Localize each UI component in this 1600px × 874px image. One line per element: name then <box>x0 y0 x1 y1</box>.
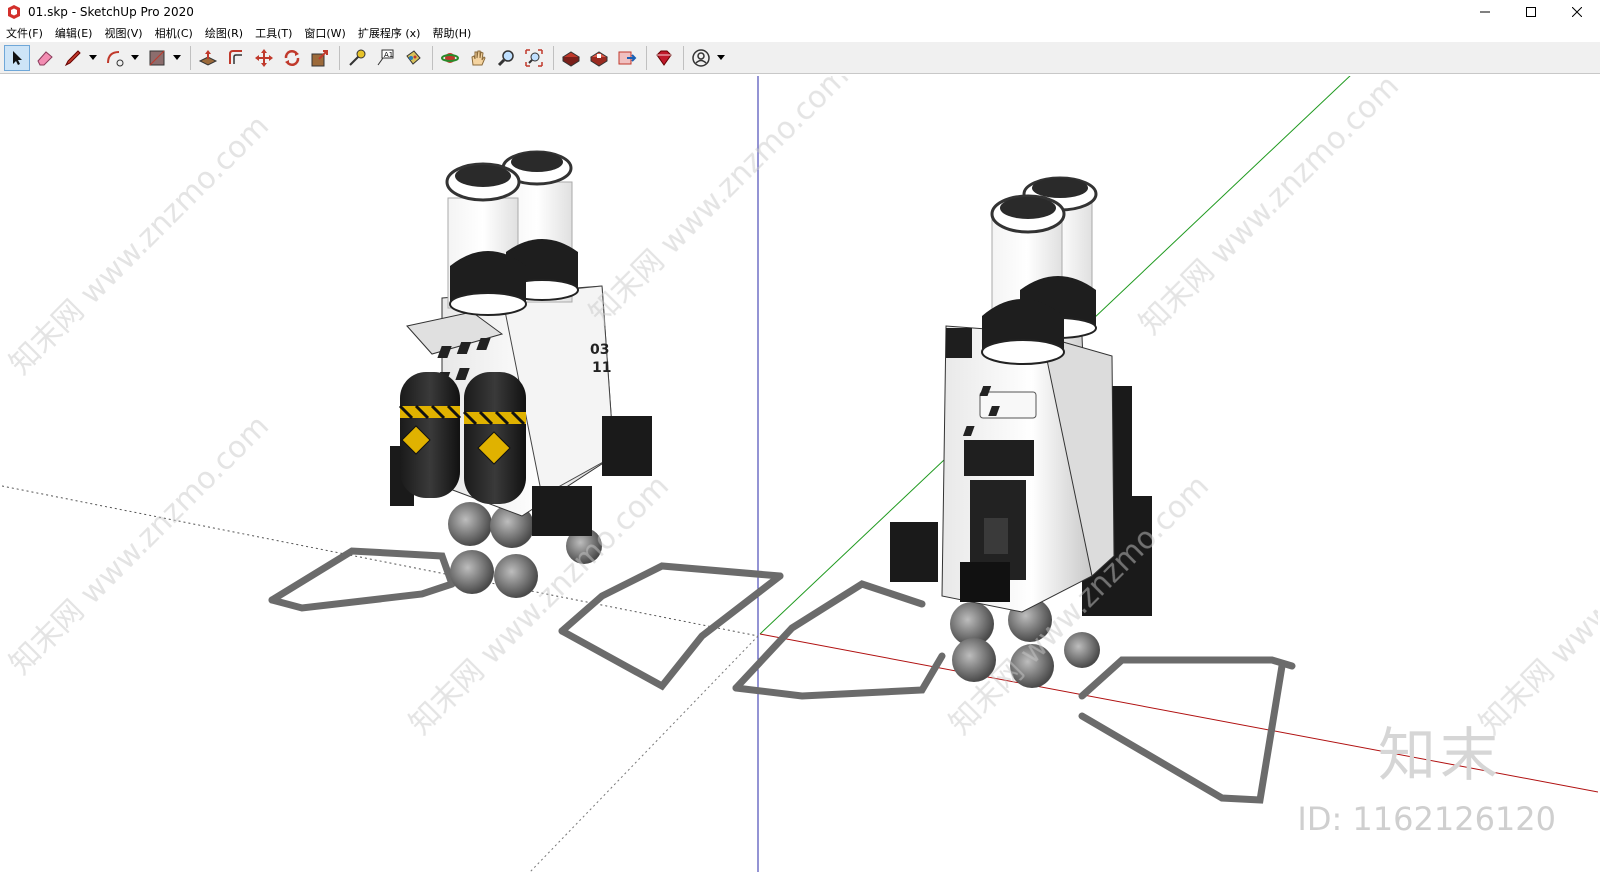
account-icon <box>692 48 710 67</box>
minimize-button[interactable] <box>1462 0 1508 24</box>
extension-warehouse-button[interactable] <box>586 45 612 71</box>
account-dropdown[interactable] <box>716 45 726 71</box>
watermark-text-3: 知末网 www.znzmo.com <box>1133 76 1406 342</box>
orbit-icon <box>441 52 459 63</box>
maximize-button[interactable] <box>1508 0 1554 24</box>
account-button[interactable] <box>688 45 714 71</box>
menu-view[interactable]: 视图(V) <box>98 25 148 41</box>
paint-bucket-icon <box>406 49 421 65</box>
arc-icon <box>107 50 124 66</box>
ruby-extension-button[interactable] <box>651 45 677 71</box>
push-pull-icon <box>198 49 218 66</box>
menu-window[interactable]: 窗口(W) <box>298 25 351 41</box>
zoom-extents-icon <box>525 48 543 67</box>
rectangle-dropdown[interactable] <box>172 45 182 71</box>
modeling-viewport[interactable]: 03 11 知末网 www.znzmo.com 知末网 www.znzmo.co… <box>2 76 1598 872</box>
toolbar-separator <box>683 45 684 70</box>
eraser-icon <box>37 50 53 65</box>
toolbar-separator <box>553 45 554 70</box>
extension-warehouse-icon <box>590 50 608 67</box>
pencil-line-icon <box>64 49 81 66</box>
arc-dropdown[interactable] <box>130 45 140 71</box>
zoom-extents-tool-button[interactable] <box>521 45 547 71</box>
toolbar-separator <box>190 45 191 70</box>
left-green-axis <box>529 635 759 872</box>
svg-text:A1: A1 <box>384 51 393 59</box>
menu-edit[interactable]: 编辑(E) <box>49 25 99 41</box>
select-icon <box>13 50 22 65</box>
menu-file[interactable]: 文件(F) <box>0 25 49 41</box>
minimize-icon <box>1480 11 1490 13</box>
select-tool-button[interactable] <box>4 44 30 71</box>
zoom-icon <box>497 49 514 66</box>
toolbar-separator <box>646 45 647 70</box>
toolbar-separator <box>432 45 433 70</box>
send-to-layout-button[interactable] <box>614 45 640 71</box>
arc-tool-button[interactable] <box>102 45 128 71</box>
chevron-down-icon <box>89 54 97 60</box>
move-icon <box>255 48 273 67</box>
sketchup-logo-icon <box>8 5 20 19</box>
window-controls <box>1462 0 1600 24</box>
zoom-tool-button[interactable] <box>493 45 519 71</box>
svg-text:03: 03 <box>590 342 609 358</box>
chevron-down-icon <box>717 54 725 60</box>
eraser-tool-button[interactable] <box>32 45 58 71</box>
push-pull-tool-button[interactable] <box>195 45 221 71</box>
menu-camera[interactable]: 相机(C) <box>149 25 199 41</box>
menu-extensions[interactable]: 扩展程序 (x) <box>352 25 427 41</box>
watermark-id: ID: 1162126120 <box>1297 800 1556 838</box>
title-bar: 01.skp - SketchUp Pro 2020 <box>0 0 1600 24</box>
text-tool-button[interactable]: A1 <box>372 45 398 71</box>
warehouse-icon <box>562 50 580 67</box>
close-button[interactable] <box>1554 0 1600 24</box>
pan-icon <box>471 50 486 65</box>
toolbar-separator <box>339 45 340 70</box>
window-title: 01.skp - SketchUp Pro 2020 <box>28 5 194 19</box>
menu-tools[interactable]: 工具(T) <box>249 25 298 41</box>
rotate-tool-button[interactable] <box>279 45 305 71</box>
chevron-down-icon <box>173 54 181 60</box>
tape-measure-icon <box>349 49 366 66</box>
rectangle-icon <box>149 50 165 65</box>
watermark-text-4: 知末网 www.znzmo.com <box>3 409 276 682</box>
watermark-logo: 知末 <box>1377 721 1502 789</box>
maximize-icon <box>1526 7 1536 17</box>
orbit-tool-button[interactable] <box>437 45 463 71</box>
ruby-extension-icon <box>656 50 672 66</box>
move-tool-button[interactable] <box>251 45 277 71</box>
scale-icon <box>311 49 328 66</box>
menu-draw[interactable]: 绘图(R) <box>199 25 249 41</box>
pan-tool-button[interactable] <box>465 45 491 71</box>
rectangle-tool-button[interactable] <box>144 45 170 71</box>
watermark-text-7: 知末网 www.znzmo.com <box>1473 469 1598 742</box>
svg-text:11: 11 <box>592 360 611 376</box>
menu-bar: 文件(F) 编辑(E) 视图(V) 相机(C) 绘图(R) 工具(T) 窗口(W… <box>0 24 1600 42</box>
paint-bucket-tool-button[interactable] <box>400 45 426 71</box>
chevron-down-icon <box>131 54 139 60</box>
tape-measure-tool-button[interactable] <box>344 45 370 71</box>
watermark-text-1: 知末网 www.znzmo.com <box>3 109 276 382</box>
line-dropdown[interactable] <box>88 45 98 71</box>
watermark-text-2: 知末网 www.znzmo.com <box>583 76 856 332</box>
text-icon: A1 <box>377 49 394 65</box>
send-to-layout-icon <box>618 51 637 64</box>
rotate-icon <box>284 49 300 66</box>
main-toolbar: A1 <box>0 42 1600 74</box>
offset-icon <box>229 49 242 64</box>
line-tool-button[interactable] <box>60 45 86 71</box>
close-icon <box>1572 7 1582 17</box>
scene-canvas: 03 11 知末网 www.znzmo.com 知末网 www.znzmo.co… <box>2 76 1598 872</box>
scale-tool-button[interactable] <box>307 45 333 71</box>
menu-help[interactable]: 帮助(H) <box>426 25 477 41</box>
3d-warehouse-button[interactable] <box>558 45 584 71</box>
offset-tool-button[interactable] <box>223 45 249 71</box>
